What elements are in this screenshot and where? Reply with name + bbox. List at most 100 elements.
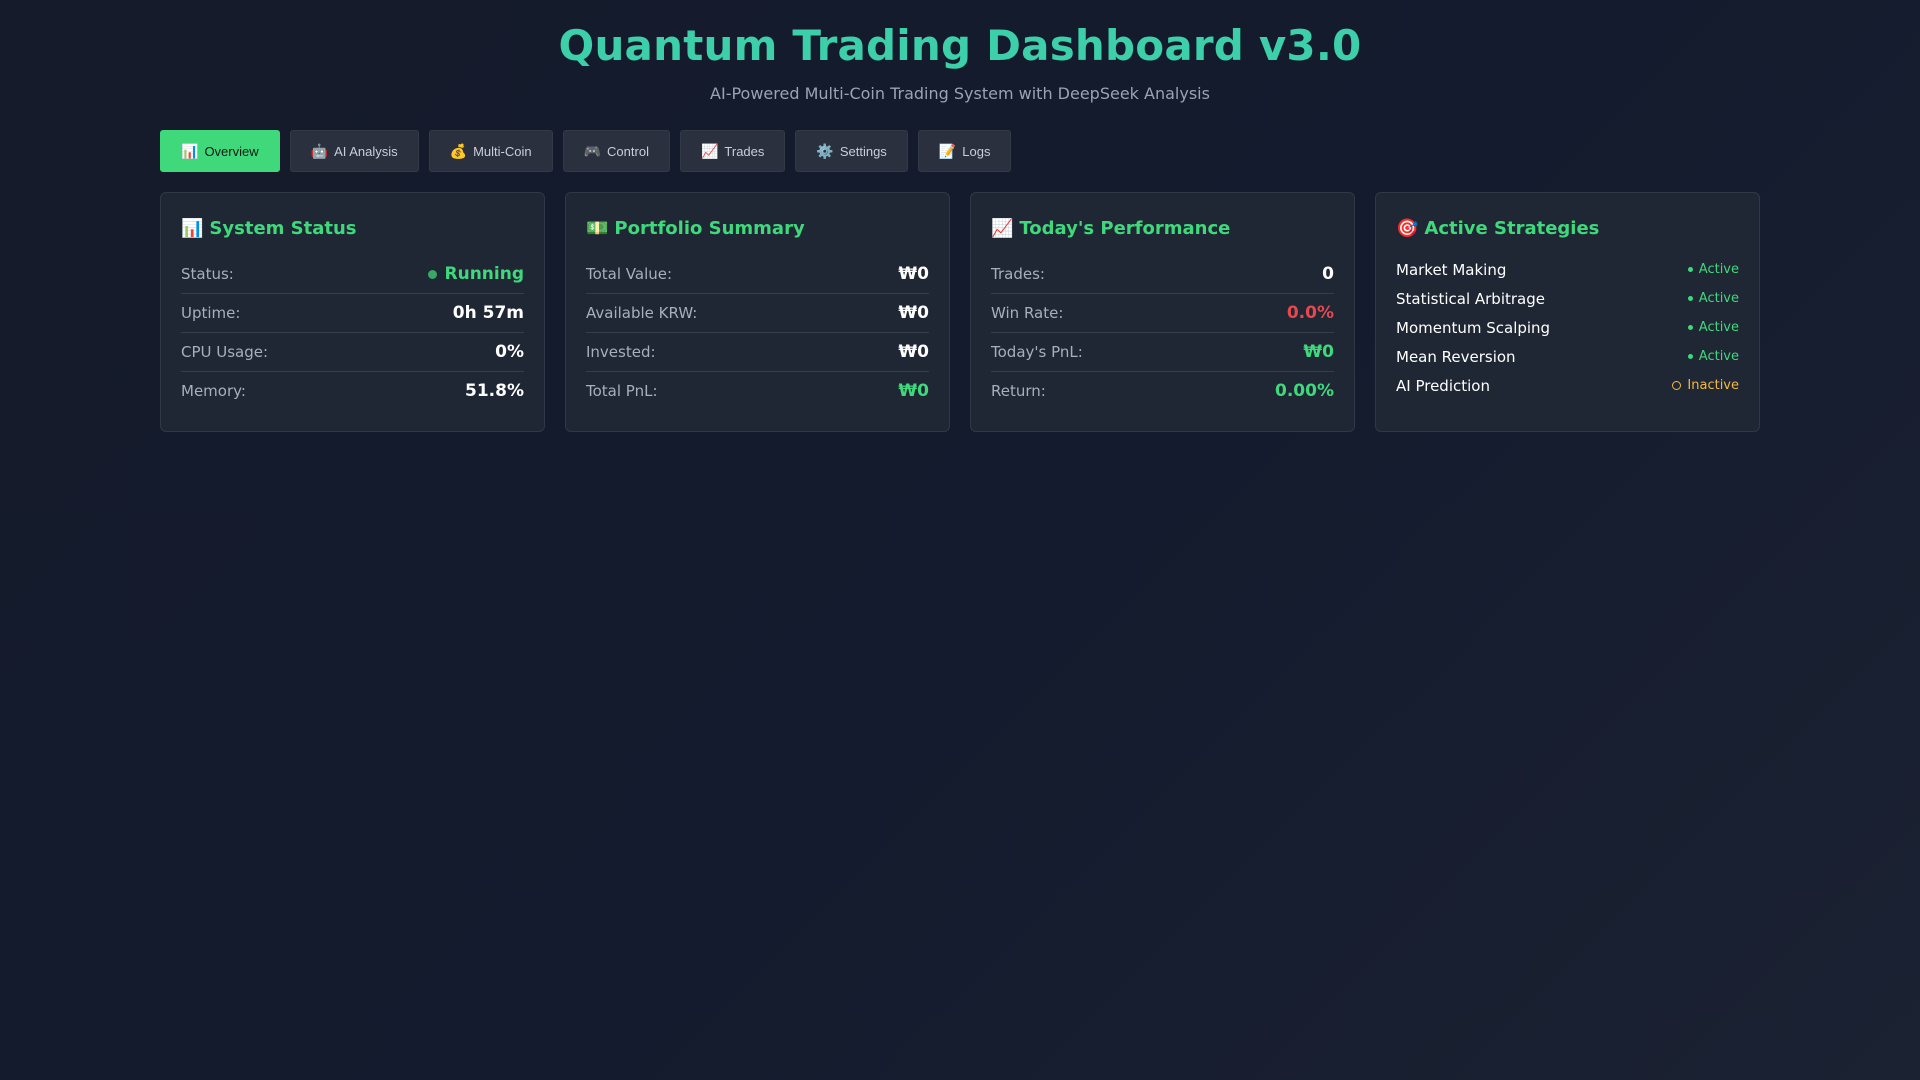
row-label: Return: [991, 382, 1046, 400]
strategy-item: AI Prediction Inactive [1396, 371, 1739, 400]
win-rate-value: 0.0% [1286, 303, 1334, 323]
card-title-text: System Status [209, 217, 357, 239]
strategy-status-text: Active [1698, 320, 1739, 335]
card-title-text: Portfolio Summary [614, 217, 805, 239]
card-title-text: Today's Performance [1019, 217, 1231, 239]
strategy-status: Active [1687, 262, 1739, 277]
trades-value: 0 [1322, 264, 1334, 284]
strategy-status-text: Active [1698, 262, 1739, 277]
strategy-item: Mean Reversion Active [1396, 342, 1739, 371]
page-subtitle: AI-Powered Multi-Coin Trading System wit… [710, 84, 1210, 103]
cpu-row: CPU Usage: 0% [181, 333, 524, 372]
tab-label: Multi-Coin [473, 143, 532, 159]
tab-label: Trades [724, 143, 765, 159]
uptime-value: 0h 57m [452, 303, 524, 323]
memo-icon: 📝 [938, 143, 957, 159]
active-dot-icon [1687, 325, 1693, 330]
trending-up-icon: 📈 [700, 143, 719, 159]
gamepad-icon: 🎮 [583, 143, 602, 159]
memory-row: Memory: 51.8% [181, 372, 524, 410]
tab-control[interactable]: 🎮 Control [562, 130, 670, 172]
status-dot-icon [427, 269, 437, 279]
cpu-value: 0% [495, 342, 524, 362]
total-pnl-row: Total PnL: ₩0 [586, 372, 929, 410]
status-row: Status: Running [181, 255, 524, 294]
strategy-status: Active [1687, 320, 1739, 335]
total-value: ₩0 [898, 264, 929, 284]
bar-chart-icon: 📊 [181, 217, 204, 239]
card-title: 📊 System Status [181, 215, 524, 241]
strategy-status-text: Inactive [1687, 378, 1739, 393]
tab-trades[interactable]: 📈 Trades [679, 130, 786, 172]
strategy-name: Market Making [1396, 260, 1507, 279]
strategy-item: Market Making Active [1396, 255, 1739, 284]
portfolio-summary-card: 💵 Portfolio Summary Total Value: ₩0 Avai… [565, 192, 950, 432]
tab-bar: 📊 Overview 🤖 AI Analysis 💰 Multi-Coin 🎮 … [160, 130, 1012, 172]
row-label: Memory: [181, 382, 246, 400]
bar-chart-icon: 📊 [181, 143, 199, 159]
strategy-item: Statistical Arbitrage Active [1396, 284, 1739, 313]
overview-cards: 📊 System Status Status: Running Uptime: … [160, 192, 1760, 432]
card-title: 💵 Portfolio Summary [586, 215, 929, 241]
active-dot-icon [1687, 296, 1693, 301]
active-dot-icon [1687, 354, 1693, 359]
row-label: Uptime: [181, 304, 241, 322]
strategy-status-text: Active [1698, 349, 1739, 364]
tab-logs[interactable]: 📝 Logs [917, 130, 1012, 172]
tab-multi-coin[interactable]: 💰 Multi-Coin [428, 130, 553, 172]
tab-label: Overview [204, 143, 259, 159]
return-value: 0.00% [1275, 381, 1334, 401]
row-label: Win Rate: [991, 304, 1064, 322]
row-label: Status: [181, 265, 234, 283]
todays-performance-card: 📈 Today's Performance Trades: 0 Win Rate… [970, 192, 1355, 432]
row-label: Today's PnL: [991, 343, 1083, 361]
tab-label: Control [607, 143, 649, 159]
trades-row: Trades: 0 [991, 255, 1334, 294]
money-bag-icon: 💰 [449, 143, 468, 159]
tab-ai-analysis[interactable]: 🤖 AI Analysis [289, 130, 419, 172]
invested-row: Invested: ₩0 [586, 333, 929, 372]
active-dot-icon [1687, 267, 1693, 272]
strategy-name: Mean Reversion [1396, 347, 1516, 366]
trending-up-icon: 📈 [991, 217, 1014, 239]
card-title: 🎯 Active Strategies [1396, 215, 1739, 241]
todays-pnl-row: Today's PnL: ₩0 [991, 333, 1334, 372]
total-pnl-value: ₩0 [898, 381, 929, 401]
strategy-status: Inactive [1672, 378, 1739, 393]
row-label: Total PnL: [586, 382, 658, 400]
uptime-row: Uptime: 0h 57m [181, 294, 524, 333]
system-status-card: 📊 System Status Status: Running Uptime: … [160, 192, 545, 432]
total-value-row: Total Value: ₩0 [586, 255, 929, 294]
robot-icon: 🤖 [310, 143, 329, 159]
available-krw-value: ₩0 [898, 303, 929, 323]
return-row: Return: 0.00% [991, 372, 1334, 410]
win-rate-row: Win Rate: 0.0% [991, 294, 1334, 333]
inactive-ring-icon [1672, 381, 1682, 390]
strategy-item: Momentum Scalping Active [1396, 313, 1739, 342]
row-label: Invested: [586, 343, 656, 361]
tab-overview[interactable]: 📊 Overview [160, 130, 280, 172]
memory-value: 51.8% [465, 381, 524, 401]
strategy-name: AI Prediction [1396, 376, 1490, 395]
tab-settings[interactable]: ⚙️ Settings [795, 130, 908, 172]
target-icon: 🎯 [1396, 217, 1419, 239]
available-krw-row: Available KRW: ₩0 [586, 294, 929, 333]
tab-label: AI Analysis [334, 143, 398, 159]
todays-pnl-value: ₩0 [1303, 342, 1334, 362]
status-value: Running [427, 264, 525, 284]
strategy-name: Momentum Scalping [1396, 318, 1551, 337]
active-strategies-card: 🎯 Active Strategies Market Making Active… [1375, 192, 1760, 432]
row-label: CPU Usage: [181, 343, 269, 361]
row-label: Trades: [991, 265, 1045, 283]
row-label: Total Value: [586, 265, 673, 283]
strategy-status-text: Active [1698, 291, 1739, 306]
tab-label: Logs [962, 143, 991, 159]
status-text: Running [444, 264, 525, 284]
gear-icon: ⚙️ [816, 143, 834, 159]
strategy-status: Active [1687, 291, 1739, 306]
page-title: Quantum Trading Dashboard v3.0 [558, 21, 1362, 70]
row-label: Available KRW: [586, 304, 698, 322]
card-title-text: Active Strategies [1424, 217, 1600, 239]
page-header: Quantum Trading Dashboard v3.0 AI-Powere… [0, 18, 1920, 104]
banknote-icon: 💵 [586, 217, 609, 239]
